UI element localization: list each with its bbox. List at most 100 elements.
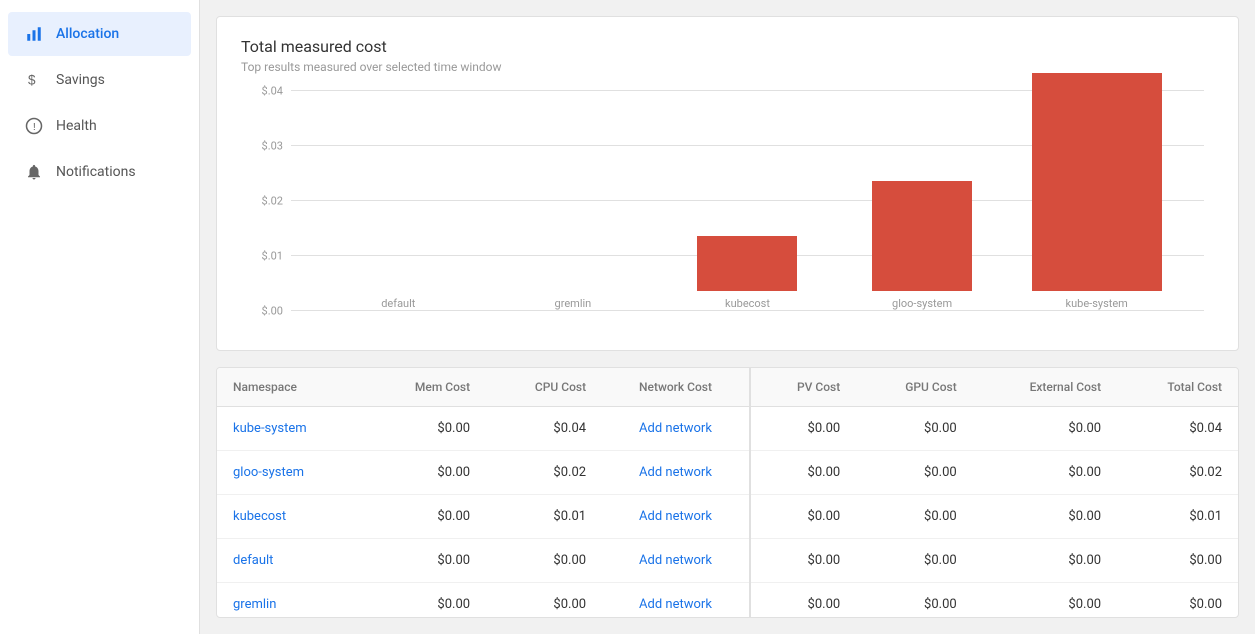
col-network-cost: Network Cost — [602, 368, 750, 407]
cell-external-cost: $0.00 — [973, 495, 1117, 539]
cell-total-cost: $0.00 — [1117, 583, 1238, 619]
y-label-4: $.04 — [241, 85, 283, 98]
cell-pv-cost: $0.00 — [750, 539, 856, 583]
add-network-link[interactable]: Add network — [639, 553, 712, 568]
add-network-link[interactable]: Add network — [639, 421, 712, 436]
main-content: Total measured cost Top results measured… — [200, 0, 1255, 634]
cell-mem-cost: $0.00 — [364, 495, 486, 539]
namespace-link[interactable]: kubecost — [233, 509, 286, 524]
cell-gpu-cost: $0.00 — [856, 495, 972, 539]
col-cpu-cost: CPU Cost — [486, 368, 602, 407]
cell-mem-cost: $0.00 — [364, 539, 486, 583]
bar-label-kube-system: kube-system — [1066, 297, 1128, 310]
cell-network-cost: Add network — [602, 583, 750, 619]
table-header: Namespace Mem Cost CPU Cost Network Cost… — [217, 368, 1238, 407]
sidebar-item-notifications[interactable]: Notifications — [8, 150, 191, 194]
sidebar-item-notifications-label: Notifications — [56, 164, 136, 180]
col-pv-cost: PV Cost — [750, 368, 856, 407]
sidebar-item-savings[interactable]: $ Savings — [8, 58, 191, 102]
bell-icon — [24, 162, 44, 182]
sidebar-item-health[interactable]: ! Health — [8, 104, 191, 148]
cell-network-cost: Add network — [602, 539, 750, 583]
svg-text:$: $ — [28, 73, 36, 88]
cell-gpu-cost: $0.00 — [856, 451, 972, 495]
bar-kube-system — [1032, 73, 1162, 291]
sidebar-item-health-label: Health — [56, 118, 97, 134]
cell-total-cost: $0.02 — [1117, 451, 1238, 495]
cell-network-cost: Add network — [602, 407, 750, 451]
cell-network-cost: Add network — [602, 451, 750, 495]
bar-group-kubecost: kubecost — [660, 236, 835, 310]
namespace-link[interactable]: gremlin — [233, 597, 276, 612]
col-mem-cost: Mem Cost — [364, 368, 486, 407]
y-label-3: $.03 — [241, 140, 283, 153]
bar-label-gloo-system: gloo-system — [892, 297, 952, 310]
bar-group-gloo-system: gloo-system — [835, 181, 1010, 310]
bar-group-default: default — [311, 291, 486, 310]
add-network-link[interactable]: Add network — [639, 465, 712, 480]
table-row: kubecost $0.00 $0.01 Add network $0.00 $… — [217, 495, 1238, 539]
bar-label-default: default — [381, 297, 415, 310]
cell-mem-cost: $0.00 — [364, 583, 486, 619]
sidebar: Allocation $ Savings ! Health Notificati… — [0, 0, 200, 634]
cell-gpu-cost: $0.00 — [856, 539, 972, 583]
add-network-link[interactable]: Add network — [639, 597, 712, 612]
cell-namespace: kube-system — [217, 407, 364, 451]
cell-pv-cost: $0.00 — [750, 495, 856, 539]
chart-area: $.04 $.03 $.02 $.01 $.00 default gremlin — [291, 90, 1204, 310]
bar-group-gremlin: gremlin — [486, 291, 661, 310]
table-row: default $0.00 $0.00 Add network $0.00 $0… — [217, 539, 1238, 583]
namespace-link[interactable]: default — [233, 553, 273, 568]
sidebar-item-allocation-label: Allocation — [56, 26, 119, 42]
bar-chart-icon — [24, 24, 44, 44]
cell-pv-cost: $0.00 — [750, 451, 856, 495]
cell-cpu-cost: $0.04 — [486, 407, 602, 451]
cell-pv-cost: $0.00 — [750, 583, 856, 619]
chart-subtitle: Top results measured over selected time … — [241, 60, 1214, 74]
chart-title: Total measured cost — [241, 37, 1214, 56]
cell-total-cost: $0.01 — [1117, 495, 1238, 539]
table-row: gremlin $0.00 $0.00 Add network $0.00 $0… — [217, 583, 1238, 619]
cell-network-cost: Add network — [602, 495, 750, 539]
col-total-cost: Total Cost — [1117, 368, 1238, 407]
table-body: kube-system $0.00 $0.04 Add network $0.0… — [217, 407, 1238, 619]
cell-mem-cost: $0.00 — [364, 451, 486, 495]
namespace-link[interactable]: gloo-system — [233, 465, 304, 480]
y-label-2: $.02 — [241, 195, 283, 208]
cell-mem-cost: $0.00 — [364, 407, 486, 451]
cell-total-cost: $0.00 — [1117, 539, 1238, 583]
cell-namespace: default — [217, 539, 364, 583]
cell-cpu-cost: $0.00 — [486, 583, 602, 619]
bar-chart: $.04 $.03 $.02 $.01 $.00 default gremlin — [241, 90, 1214, 330]
table-card: Namespace Mem Cost CPU Cost Network Cost… — [216, 367, 1239, 618]
cell-namespace: gloo-system — [217, 451, 364, 495]
table-row: gloo-system $0.00 $0.02 Add network $0.0… — [217, 451, 1238, 495]
cell-cpu-cost: $0.00 — [486, 539, 602, 583]
warning-icon: ! — [24, 116, 44, 136]
bar-group-kube-system: kube-system — [1009, 73, 1184, 310]
bar-label-gremlin: gremlin — [555, 297, 592, 310]
cell-namespace: gremlin — [217, 583, 364, 619]
cell-external-cost: $0.00 — [973, 539, 1117, 583]
dollar-icon: $ — [24, 70, 44, 90]
cell-external-cost: $0.00 — [973, 451, 1117, 495]
bars-container: default gremlin kubecost gloo-system — [291, 90, 1204, 310]
y-label-1: $.01 — [241, 250, 283, 263]
col-gpu-cost: GPU Cost — [856, 368, 972, 407]
bar-kubecost — [697, 236, 797, 291]
sidebar-item-savings-label: Savings — [56, 72, 105, 88]
svg-text:!: ! — [33, 121, 36, 133]
bar-gloo-system — [872, 181, 972, 291]
cell-external-cost: $0.00 — [973, 407, 1117, 451]
namespace-link[interactable]: kube-system — [233, 421, 307, 436]
cell-gpu-cost: $0.00 — [856, 407, 972, 451]
cell-total-cost: $0.04 — [1117, 407, 1238, 451]
cost-table: Namespace Mem Cost CPU Cost Network Cost… — [217, 368, 1238, 618]
cell-pv-cost: $0.00 — [750, 407, 856, 451]
cell-namespace: kubecost — [217, 495, 364, 539]
bar-label-kubecost: kubecost — [725, 297, 770, 310]
sidebar-item-allocation[interactable]: Allocation — [8, 12, 191, 56]
cell-gpu-cost: $0.00 — [856, 583, 972, 619]
cell-cpu-cost: $0.01 — [486, 495, 602, 539]
add-network-link[interactable]: Add network — [639, 509, 712, 524]
